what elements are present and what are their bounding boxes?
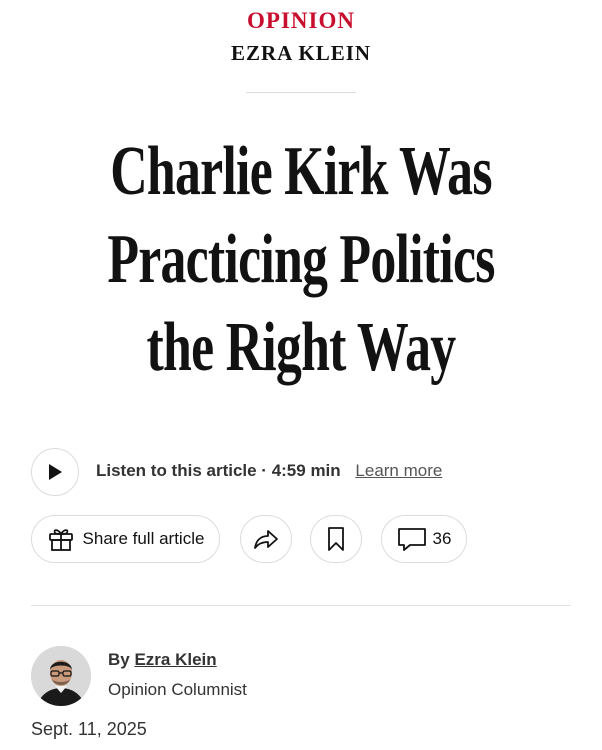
divider	[246, 92, 356, 93]
columnist-name[interactable]: EZRA KLEIN	[0, 41, 602, 66]
listen-label: Listen to this article · 4:59 min	[96, 461, 341, 480]
headline-line: the Right Way	[146, 309, 457, 386]
byline-prefix: By	[108, 650, 135, 669]
share-label: Share full article	[82, 529, 205, 548]
share-full-article-button[interactable]: Share full article	[31, 515, 220, 563]
divider	[31, 605, 571, 606]
byline: By Ezra Klein	[108, 650, 217, 670]
save-bookmark-button[interactable]	[310, 515, 362, 563]
headline-line: Practicing Politics	[107, 221, 495, 298]
article-header: OPINION EZRA KLEIN Charlie Kirk Was Prac…	[0, 0, 602, 750]
play-audio-button[interactable]	[31, 448, 79, 496]
publish-date: Sept. 11, 2025	[31, 719, 147, 739]
headline: Charlie Kirk Was Practicing Politics the…	[93, 128, 509, 392]
bookmark-icon	[328, 527, 344, 551]
gift-icon	[48, 529, 73, 551]
play-icon	[49, 464, 62, 480]
headline-line: Charlie Kirk Was	[110, 133, 492, 210]
author-avatar[interactable]	[31, 646, 91, 706]
author-photo	[31, 646, 91, 706]
comments-button[interactable]: 36	[381, 515, 467, 563]
listen-row: Listen to this article · 4:59 min Learn …	[96, 461, 442, 485]
share-arrow-icon	[254, 530, 278, 549]
author-link[interactable]: Ezra Klein	[134, 650, 216, 669]
share-button[interactable]	[240, 515, 292, 563]
author-role: Opinion Columnist	[108, 680, 247, 699]
learn-more-link[interactable]: Learn more	[355, 461, 442, 480]
section-kicker[interactable]: OPINION	[0, 8, 602, 34]
comment-icon	[397, 528, 426, 551]
comment-count: 36	[432, 529, 452, 548]
